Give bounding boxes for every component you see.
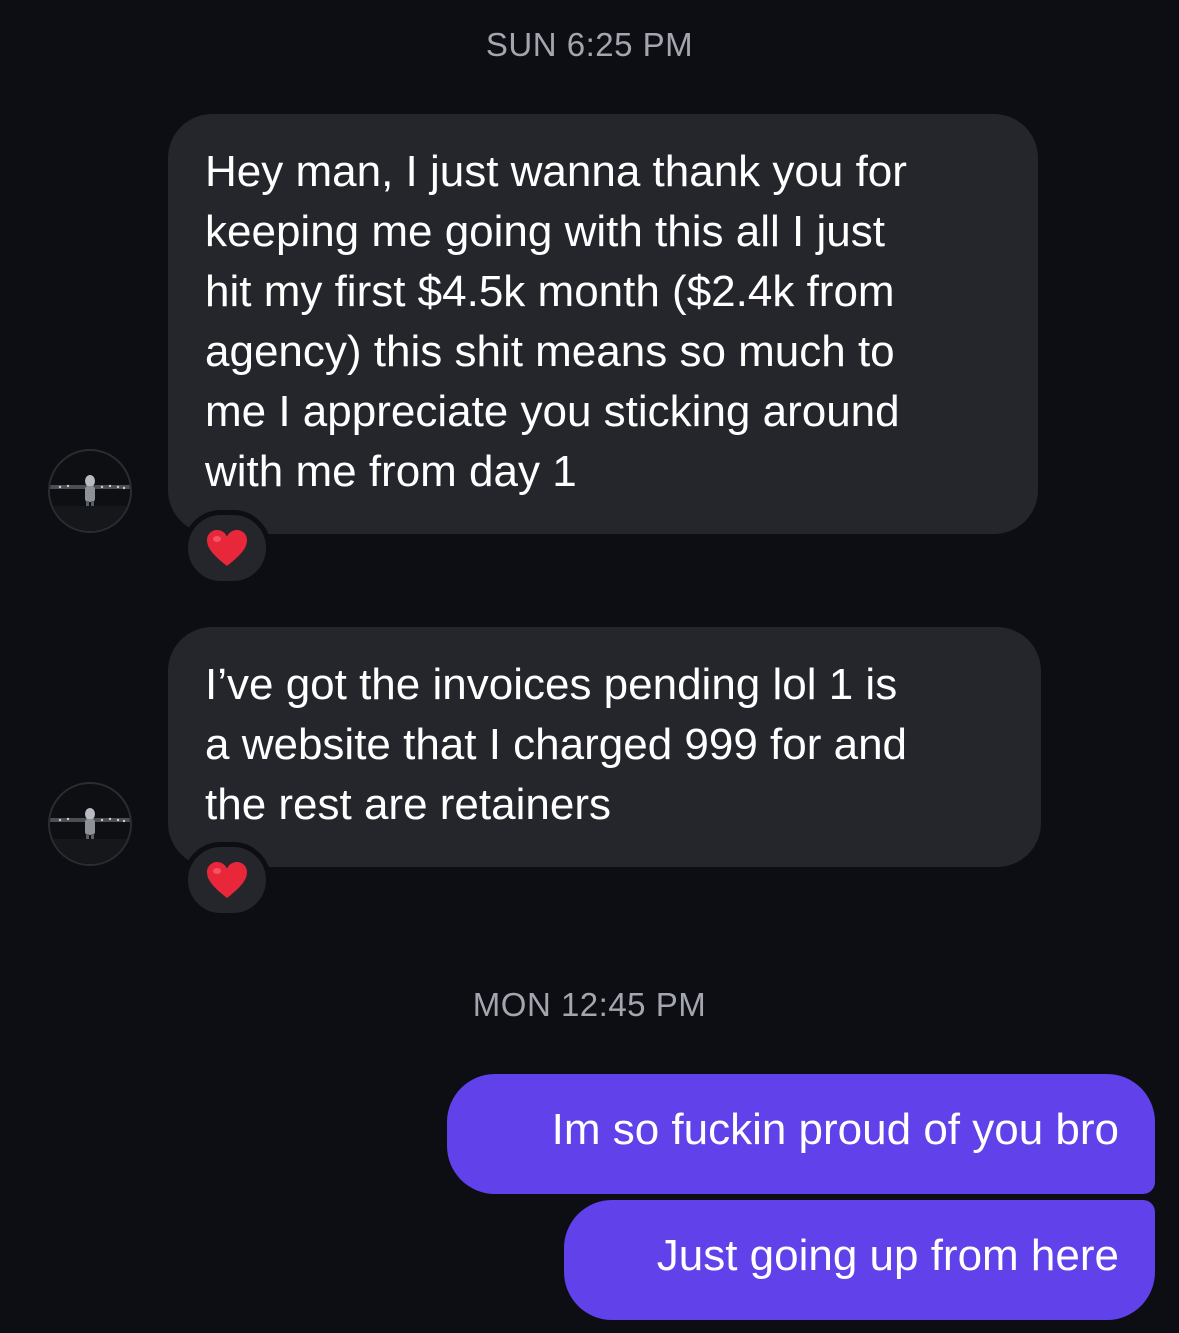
red-heart-icon [207, 530, 247, 566]
timestamp-sun: SUN 6:25 PM [485, 26, 694, 63]
avatar-photo-icon [50, 451, 130, 531]
avatar-photo-icon [50, 784, 130, 864]
incoming-message-bubble[interactable]: Hey man, I just wanna thank you for keep… [168, 114, 1038, 534]
message-reaction[interactable] [183, 842, 271, 918]
message-reaction[interactable] [183, 510, 271, 586]
sender-avatar[interactable] [48, 782, 132, 866]
timestamp-mon: MON 12:45 PM [472, 986, 707, 1023]
outgoing-message-bubble[interactable]: Im so fuckin proud of you bro [447, 1074, 1155, 1194]
incoming-message-bubble[interactable]: I’ve got the invoices pending lol 1 is a… [168, 627, 1041, 867]
outgoing-message-bubble[interactable]: Just going up from here [564, 1200, 1155, 1320]
sender-avatar[interactable] [48, 449, 132, 533]
red-heart-icon [207, 862, 247, 898]
